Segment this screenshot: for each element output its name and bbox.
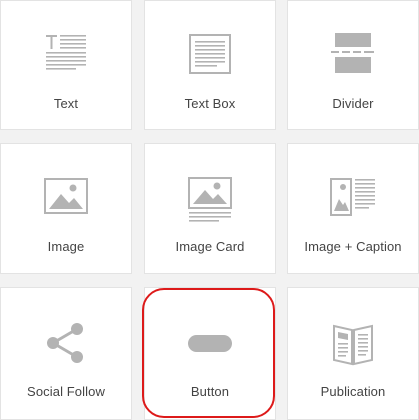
block-label: Text Box	[184, 96, 236, 111]
block-tile-image-caption[interactable]: Image + Caption	[287, 143, 419, 274]
block-label: Social Follow	[27, 384, 105, 399]
block-tile-image-card[interactable]: Image Card	[144, 143, 276, 274]
block-label: Text	[53, 96, 79, 111]
image-icon	[41, 174, 91, 224]
block-label: Image	[47, 239, 85, 254]
content-blocks-grid: Text Text Box Divider Image Image Card I…	[0, 0, 419, 420]
share-icon	[41, 318, 91, 368]
block-label: Image + Caption	[304, 239, 402, 254]
block-tile-social-follow[interactable]: Social Follow	[0, 287, 132, 420]
block-label: Divider	[332, 96, 374, 111]
block-tile-divider[interactable]: Divider	[287, 0, 419, 130]
block-tile-text[interactable]: Text	[0, 0, 132, 130]
button-icon	[185, 318, 235, 368]
block-tile-image[interactable]: Image	[0, 143, 132, 274]
image-card-icon	[185, 174, 235, 224]
block-tile-text-box[interactable]: Text Box	[144, 0, 276, 130]
block-label: Publication	[320, 384, 386, 399]
text-block-icon	[41, 31, 91, 81]
text-box-icon	[185, 31, 235, 81]
block-label: Button	[190, 384, 230, 399]
publication-icon	[328, 318, 378, 368]
block-label: Image Card	[175, 239, 245, 254]
block-tile-publication[interactable]: Publication	[287, 287, 419, 420]
block-tile-button[interactable]: Button	[144, 287, 276, 420]
image-caption-icon	[328, 174, 378, 224]
divider-icon	[328, 31, 378, 81]
